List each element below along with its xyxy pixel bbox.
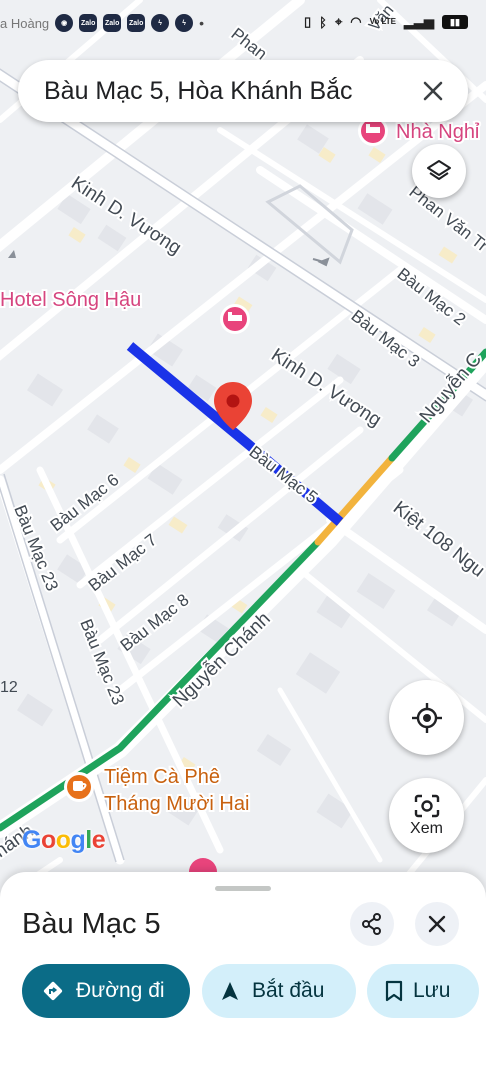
status-bar: a Hoàng ◉ Zalo Zalo Zalo ϟ ϟ • ▯ ᛒ ⌖ ◠ V…: [0, 0, 486, 56]
directions-icon: [42, 980, 64, 1002]
place-bottom-sheet[interactable]: Bàu Mạc 5 Đường đi Bắt đầu Lưu: [0, 872, 486, 1080]
wifi-icon: ◠: [350, 14, 362, 29]
directions-button[interactable]: Đường đi: [22, 964, 190, 1018]
close-icon: [423, 81, 443, 101]
vibrate-icon: ▯: [303, 14, 312, 29]
search-text[interactable]: Bàu Mạc 5, Hòa Khánh Bắc: [44, 77, 396, 106]
bluetooth-icon: ᛒ: [319, 14, 327, 30]
logo-letter-g: G: [22, 826, 41, 854]
share-icon: [362, 913, 381, 935]
layers-button[interactable]: [412, 144, 466, 198]
battery-icon: ▮▮: [442, 15, 468, 29]
navigation-arrow-icon: [220, 980, 240, 1002]
more-notifications-dot: •: [199, 15, 205, 31]
volte-text: Vo LTE: [369, 17, 396, 26]
logo-letter-o1: o: [40, 826, 56, 854]
nha-nghi-label: Nhà Nghỉ: [396, 121, 480, 143]
google-logo: Google: [22, 826, 106, 855]
layers-icon: [427, 160, 451, 180]
lens-label: Xem: [410, 819, 443, 837]
sheet-drag-handle[interactable]: [215, 886, 271, 891]
location-icon: ⌖: [334, 14, 343, 29]
lens-icon: [414, 794, 439, 817]
my-location-button[interactable]: [389, 680, 464, 755]
messenger-icon-2: ϟ: [175, 14, 194, 32]
cafe-label-line2: Tháng Mười Hai: [104, 793, 249, 815]
place-title: Bàu Mạc 5: [22, 908, 161, 940]
hotel-song-hau-label: Hotel Sông Hậu: [0, 289, 141, 311]
clear-search-button[interactable]: [416, 74, 450, 108]
logo-letter-g2: g: [70, 826, 86, 854]
logo-letter-e: e: [91, 826, 106, 854]
save-label: Lưu: [413, 979, 451, 1002]
zalo-icon-3: Zalo: [127, 14, 146, 32]
cafe-pin[interactable]: [64, 772, 94, 802]
messenger-icon-1: ϟ: [151, 14, 170, 32]
start-button[interactable]: Bắt đầu: [202, 964, 356, 1018]
num-12-label: 12: [0, 679, 18, 696]
search-bar[interactable]: Bàu Mạc 5, Hòa Khánh Bắc: [18, 60, 468, 122]
close-icon: [428, 915, 446, 933]
zalo-avatar-icon: ◉: [55, 14, 74, 32]
status-left: a Hoàng ◉ Zalo Zalo Zalo ϟ ϟ •: [0, 14, 204, 32]
zalo-icon-2: Zalo: [103, 14, 122, 32]
hotel-song-hau-pin[interactable]: [220, 304, 250, 334]
cafe-label-line1: Tiệm Cà Phê: [104, 766, 220, 788]
lens-view-button[interactable]: Xem: [389, 778, 464, 853]
signal-icon: ▂▃▅: [404, 14, 434, 29]
status-right: ▯ ᛒ ⌖ ◠ Vo LTE ▂▃▅ ▮▮: [304, 14, 468, 30]
close-sheet-button[interactable]: [415, 902, 459, 946]
bookmark-icon: [385, 980, 403, 1002]
save-button[interactable]: Lưu: [367, 964, 479, 1018]
share-button[interactable]: [350, 902, 394, 946]
start-label: Bắt đầu: [252, 979, 325, 1002]
carrier-text: a Hoàng: [0, 15, 50, 31]
directions-label: Đường đi: [76, 979, 165, 1002]
zalo-icon-1: Zalo: [79, 14, 98, 32]
logo-letter-o2: o: [55, 826, 71, 854]
my-location-icon: [411, 702, 442, 733]
